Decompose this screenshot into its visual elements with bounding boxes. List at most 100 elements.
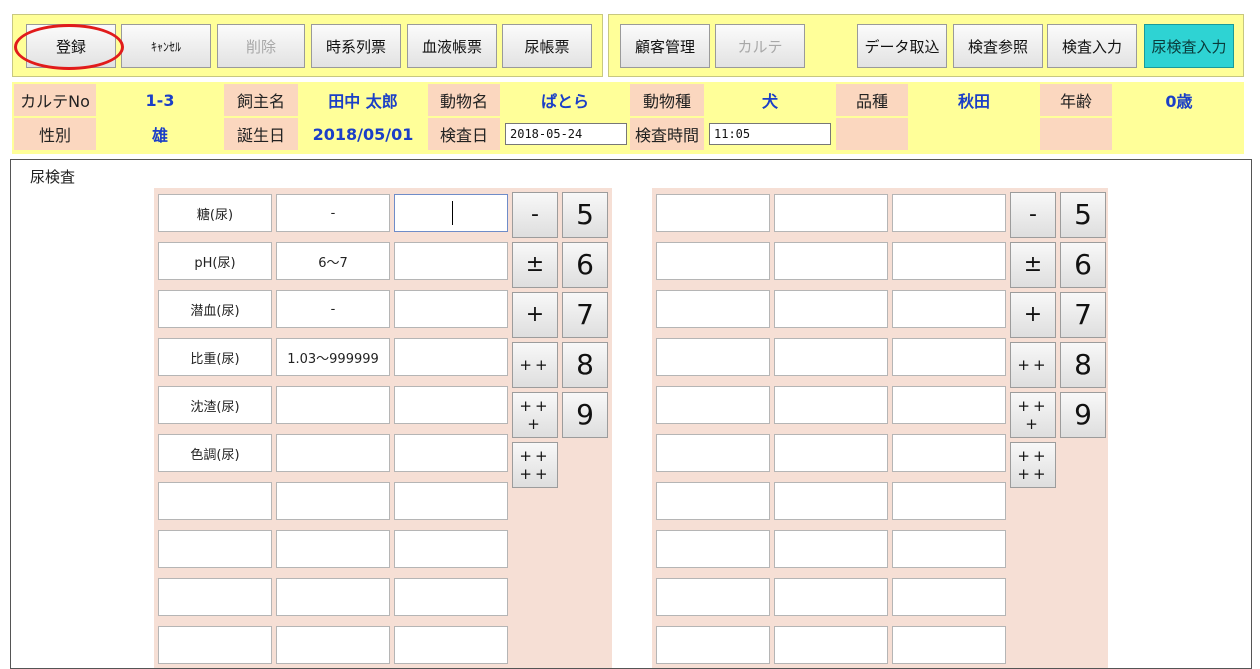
result-input[interactable]	[774, 386, 888, 424]
animal-name-value: ぱとら	[502, 84, 628, 116]
result-input[interactable]	[656, 578, 770, 616]
cancel-button[interactable]: ｷｬﾝｾﾙ	[121, 24, 211, 68]
result-input[interactable]	[892, 194, 1006, 232]
test-time-input[interactable]: 11:05	[709, 123, 831, 145]
data-import-button[interactable]: データ取込	[857, 24, 947, 68]
birth-label: 誕生日	[224, 118, 298, 150]
result-input[interactable]	[892, 530, 1006, 568]
key-number-8[interactable]: 8	[562, 342, 608, 388]
key-plus4[interactable]: ++ ++	[1010, 442, 1056, 488]
chart-no-value: 1-3	[98, 84, 222, 116]
delete-button[interactable]: 削除	[217, 24, 305, 68]
test-name: 比重(尿)	[158, 338, 272, 376]
age-label: 年齢	[1040, 84, 1112, 116]
test-name: 色調(尿)	[158, 434, 272, 472]
result-input[interactable]	[656, 530, 770, 568]
result-input[interactable]	[892, 578, 1006, 616]
breed-label: 品種	[836, 84, 908, 116]
result-input[interactable]	[892, 482, 1006, 520]
result-input[interactable]	[892, 242, 1006, 280]
result-input[interactable]	[892, 338, 1006, 376]
sex-label: 性別	[14, 118, 96, 150]
key-plus3[interactable]: ++ +	[1010, 392, 1056, 438]
species-label: 動物種	[630, 84, 704, 116]
register-button[interactable]: 登録	[26, 24, 116, 68]
result-input[interactable]	[656, 242, 770, 280]
key-number-9[interactable]: 9	[562, 392, 608, 438]
key-number-5[interactable]: 5	[1060, 192, 1106, 238]
empty-box	[158, 530, 272, 568]
result-input[interactable]	[774, 434, 888, 472]
result-input[interactable]	[656, 482, 770, 520]
result-input[interactable]	[892, 290, 1006, 328]
key-number-9[interactable]: 9	[1060, 392, 1106, 438]
urine-test-input-button[interactable]: 尿検査入力	[1144, 24, 1234, 68]
key-plus[interactable]: +	[1010, 292, 1056, 338]
key-number-6[interactable]: 6	[1060, 242, 1106, 288]
test-date-label: 検査日	[428, 118, 500, 150]
empty-box	[158, 626, 272, 664]
result-input[interactable]	[394, 530, 508, 568]
result-input[interactable]	[774, 194, 888, 232]
result-input[interactable]	[394, 338, 508, 376]
result-input[interactable]	[774, 242, 888, 280]
result-input[interactable]	[774, 290, 888, 328]
medical-chart-button[interactable]: カルテ	[715, 24, 805, 68]
timeseries-report-button[interactable]: 時系列票	[311, 24, 401, 68]
result-input[interactable]	[892, 386, 1006, 424]
result-input[interactable]	[892, 626, 1006, 664]
result-input[interactable]	[394, 578, 508, 616]
owner-name-label: 飼主名	[224, 84, 298, 116]
test-date-input[interactable]: 2018-05-24	[505, 123, 627, 145]
result-input[interactable]	[394, 626, 508, 664]
result-input[interactable]	[774, 530, 888, 568]
result-input[interactable]	[656, 386, 770, 424]
result-input[interactable]	[656, 290, 770, 328]
result-input[interactable]	[656, 434, 770, 472]
key-number-8[interactable]: 8	[1060, 342, 1106, 388]
reference-range	[276, 434, 390, 472]
result-input[interactable]	[394, 386, 508, 424]
urine-report-button[interactable]: 尿帳票	[502, 24, 592, 68]
blood-report-button[interactable]: 血液帳票	[407, 24, 497, 68]
result-input[interactable]	[774, 626, 888, 664]
result-input[interactable]	[656, 626, 770, 664]
result-input[interactable]	[774, 338, 888, 376]
section-title: 尿検査	[30, 168, 76, 186]
key-number-5[interactable]: 5	[562, 192, 608, 238]
empty-cell	[1114, 118, 1244, 150]
key-number-7[interactable]: 7	[562, 292, 608, 338]
result-input[interactable]	[394, 482, 508, 520]
test-name: 糖(尿)	[158, 194, 272, 232]
result-input[interactable]	[394, 434, 508, 472]
test-name: 沈渣(尿)	[158, 386, 272, 424]
key-plus-minus[interactable]: ±	[512, 242, 558, 288]
empty-box	[158, 578, 272, 616]
result-input[interactable]	[774, 578, 888, 616]
result-input[interactable]	[656, 194, 770, 232]
test-name: pH(尿)	[158, 242, 272, 280]
key-minus[interactable]: -	[1010, 192, 1056, 238]
customer-management-button[interactable]: 顧客管理	[620, 24, 710, 68]
result-input[interactable]	[774, 482, 888, 520]
result-input[interactable]	[394, 290, 508, 328]
key-plus4[interactable]: ++ ++	[512, 442, 558, 488]
test-input-button[interactable]: 検査入力	[1047, 24, 1137, 68]
key-plus2[interactable]: ++	[512, 342, 558, 388]
key-minus[interactable]: -	[512, 192, 558, 238]
key-plus[interactable]: +	[512, 292, 558, 338]
key-number-6[interactable]: 6	[562, 242, 608, 288]
test-time-label: 検査時間	[630, 118, 704, 150]
empty-cell	[1040, 118, 1112, 150]
result-input[interactable]	[394, 242, 508, 280]
result-input[interactable]	[656, 338, 770, 376]
result-input[interactable]	[394, 194, 508, 232]
empty-box	[276, 578, 390, 616]
key-plus3[interactable]: ++ +	[512, 392, 558, 438]
test-reference-button[interactable]: 検査参照	[953, 24, 1043, 68]
key-plus2[interactable]: ++	[1010, 342, 1056, 388]
key-number-7[interactable]: 7	[1060, 292, 1106, 338]
result-input[interactable]	[892, 434, 1006, 472]
key-plus-minus[interactable]: ±	[1010, 242, 1056, 288]
empty-box	[276, 482, 390, 520]
